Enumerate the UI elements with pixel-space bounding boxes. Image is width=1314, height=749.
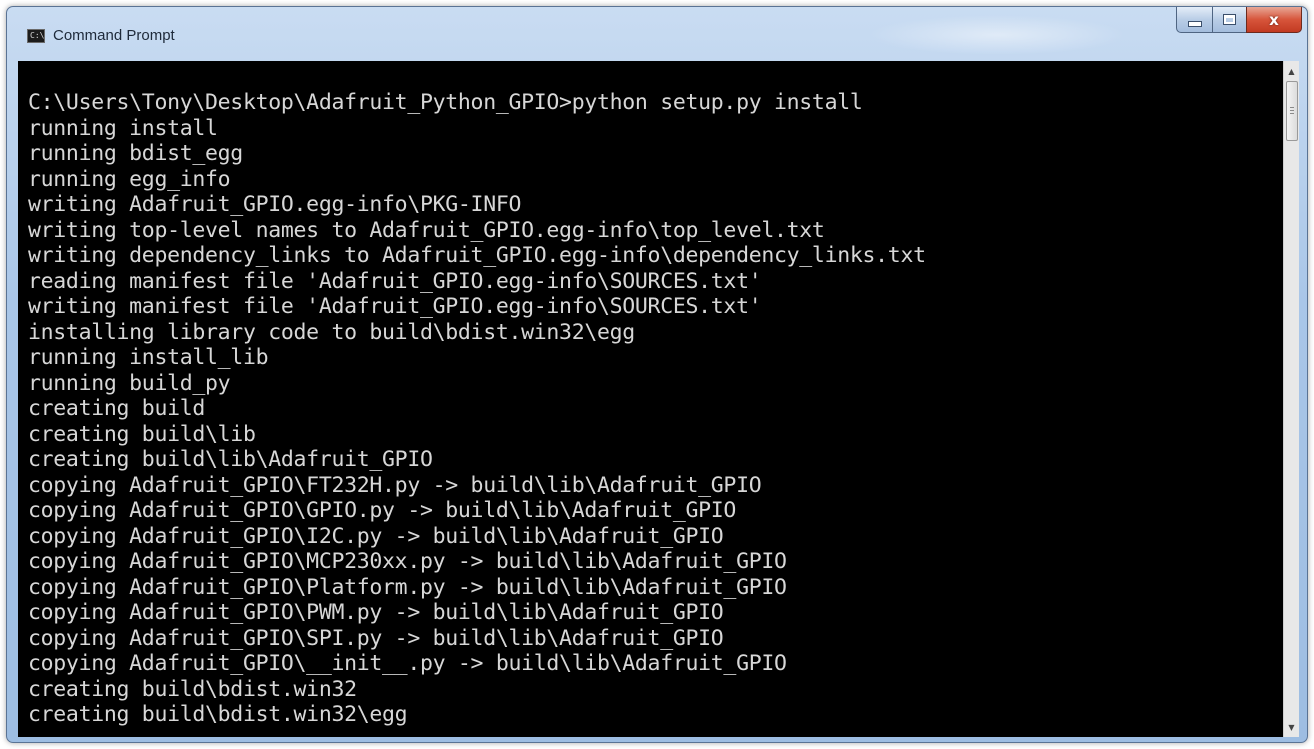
command-prompt-icon[interactable]: C:\ [27, 29, 45, 43]
title-bar[interactable]: C:\ Command Prompt x [7, 7, 1307, 61]
console-line: copying Adafruit_GPIO\__init__.py -> bui… [28, 651, 787, 676]
console-line: copying Adafruit_GPIO\MCP230xx.py -> bui… [28, 549, 787, 574]
console-line: running bdist_egg [28, 141, 243, 166]
console-line: creating build\lib\Adafruit_GPIO [28, 447, 433, 472]
window-title: Command Prompt [53, 27, 175, 44]
vertical-scrollbar[interactable]: ▲ ▼ [1283, 61, 1299, 737]
title-bar-glass-highlight [867, 15, 1127, 55]
scroll-down-arrow-icon[interactable]: ▼ [1284, 719, 1299, 735]
console-line: installing library code to build\bdist.w… [28, 319, 635, 345]
console-line: running egg_info [28, 166, 231, 192]
console-line: reading manifest file 'Adafruit_GPIO.egg… [28, 268, 762, 294]
console-line: writing dependency_links to Adafruit_GPI… [28, 243, 926, 268]
command-prompt-window: C:\ Command Prompt x C:\Users\Tony\Deskt… [6, 6, 1308, 743]
scroll-up-arrow-icon[interactable]: ▲ [1284, 63, 1299, 79]
console-line: creating build\bdist.win32 [28, 676, 357, 702]
console-line: copying Adafruit_GPIO\SPI.py -> build\li… [28, 625, 724, 651]
console-line: running install_lib [28, 345, 269, 370]
console-line: creating build [28, 396, 206, 421]
thumb-grip-line [1290, 113, 1294, 114]
console-line: running build_py [28, 370, 231, 396]
caption-buttons: x [1176, 7, 1302, 33]
thumb-grip-line [1290, 110, 1294, 111]
console-line: copying Adafruit_GPIO\I2C.py -> build\li… [28, 523, 724, 549]
maximize-icon [1223, 14, 1236, 25]
maximize-button[interactable] [1212, 7, 1246, 33]
console-output-area[interactable]: C:\Users\Tony\Desktop\Adafruit_Python_GP… [18, 61, 1283, 737]
console-line: creating build\bdist.win32\egg [28, 702, 408, 727]
console-line: copying Adafruit_GPIO\GPIO.py -> build\l… [28, 498, 737, 523]
thumb-grip-line [1290, 107, 1294, 108]
console-line: copying Adafruit_GPIO\Platform.py -> bui… [28, 574, 787, 600]
console-line: copying Adafruit_GPIO\FT232H.py -> build… [28, 472, 762, 498]
console-line: C:\Users\Tony\Desktop\Adafruit_Python_GP… [28, 90, 863, 115]
close-icon: x [1269, 10, 1279, 29]
minimize-icon [1187, 20, 1202, 27]
minimize-button[interactable] [1176, 7, 1212, 33]
console-line: writing manifest file 'Adafruit_GPIO.egg… [28, 294, 762, 319]
console-line: creating build\lib [28, 421, 256, 447]
console-line: copying Adafruit_GPIO\PWM.py -> build\li… [28, 600, 724, 625]
close-button[interactable]: x [1246, 7, 1302, 33]
console-line: writing Adafruit_GPIO.egg-info\PKG-INFO [28, 192, 522, 217]
console-lines: C:\Users\Tony\Desktop\Adafruit_Python_GP… [28, 90, 926, 728]
console-line: writing top-level names to Adafruit_GPIO… [28, 217, 825, 243]
scrollbar-thumb[interactable] [1286, 81, 1298, 141]
console-line: running install [28, 115, 218, 141]
